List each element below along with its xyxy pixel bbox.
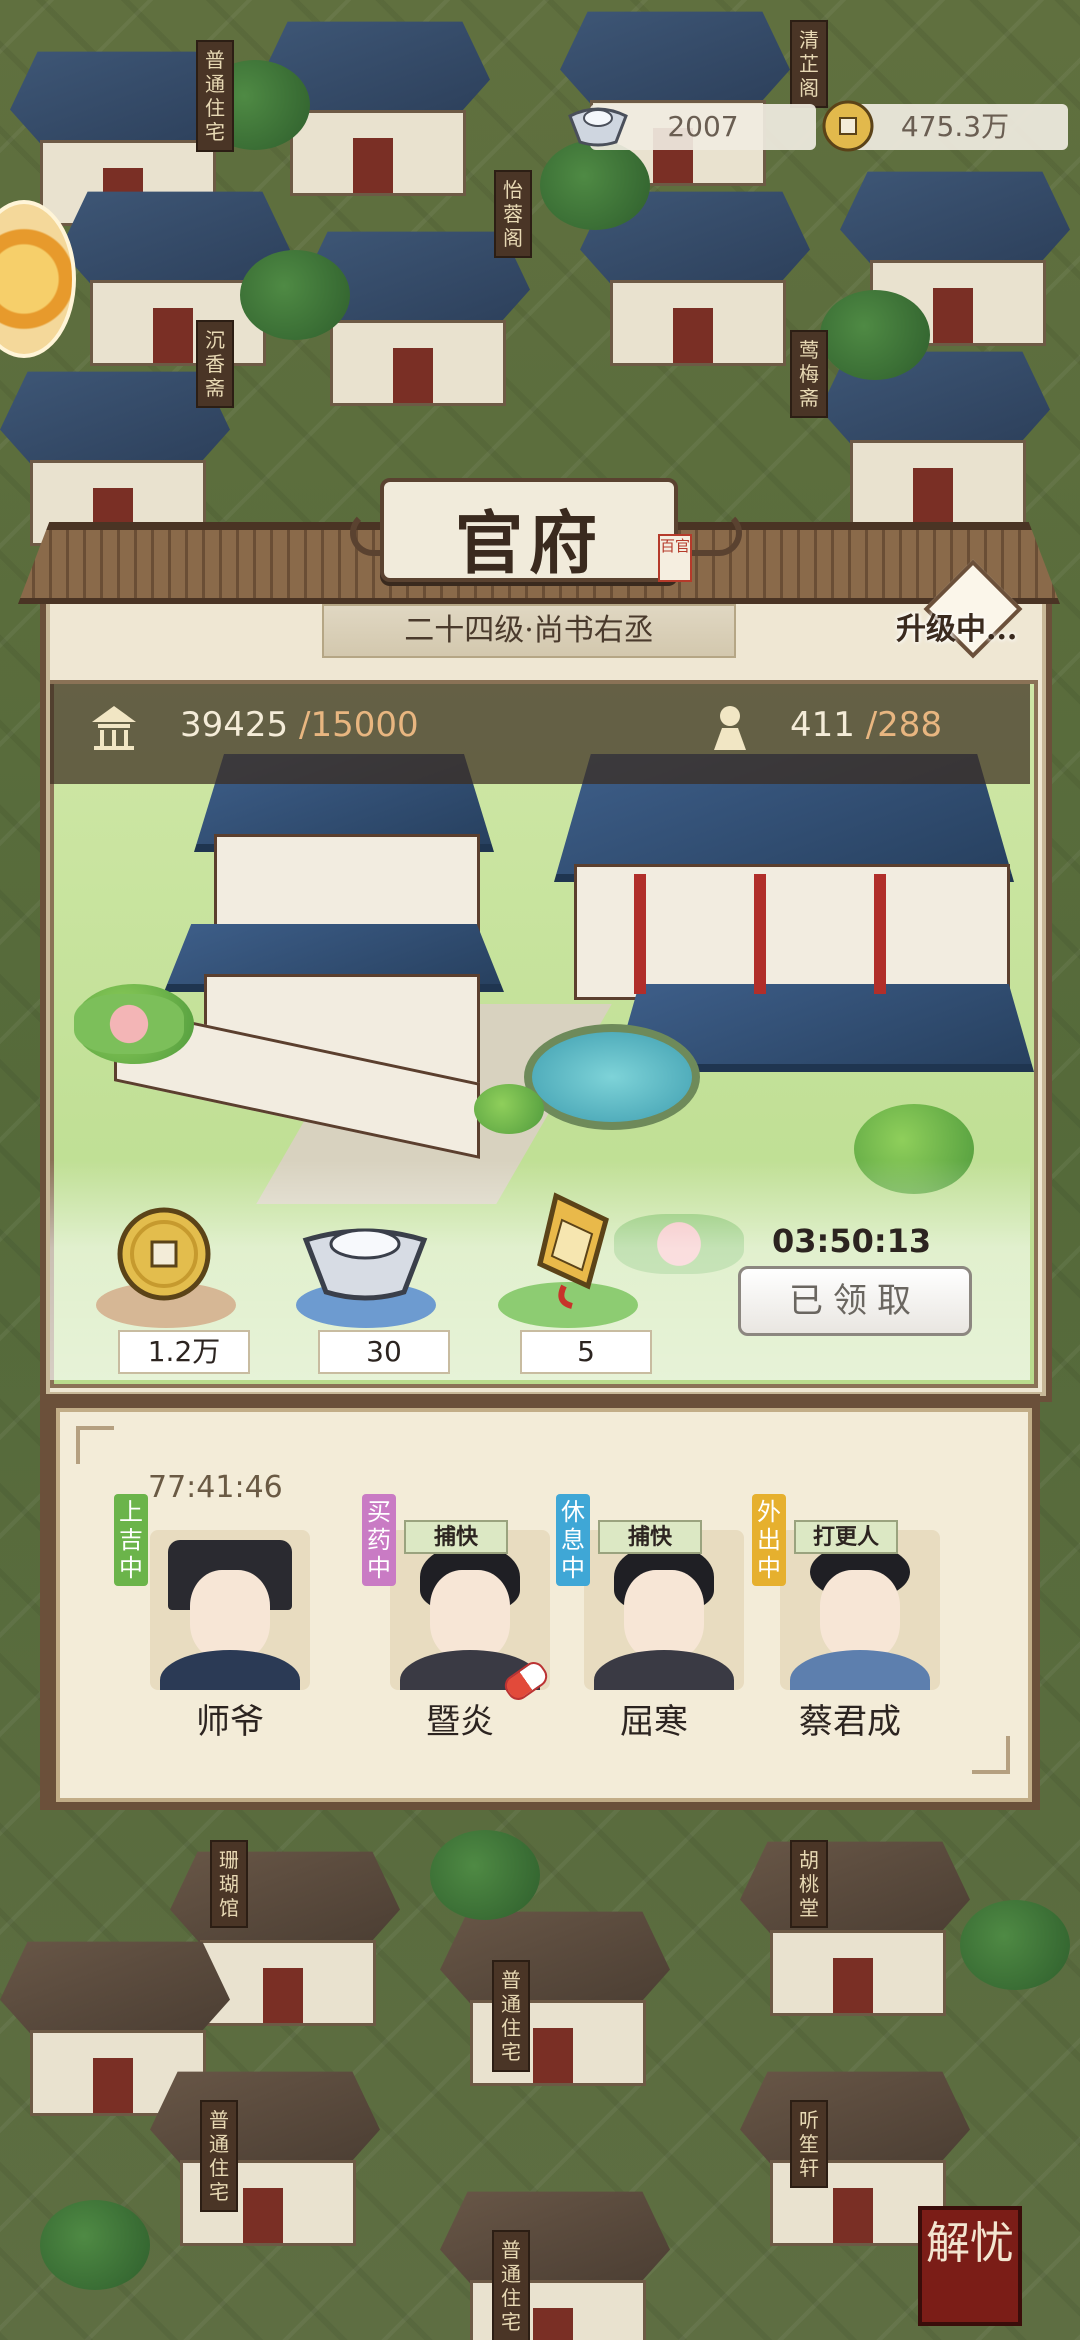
- rank-label: 二十四级·尚书右丞: [322, 604, 736, 658]
- status-tag: 上吉中: [114, 1494, 148, 1586]
- sign-board[interactable]: 普通住宅: [492, 2230, 530, 2340]
- seal-stamp: 百官: [658, 534, 692, 582]
- sign-board[interactable]: 清芷阁: [790, 20, 828, 108]
- role-tag: 捕快: [404, 1520, 508, 1554]
- staff-portrait[interactable]: [150, 1530, 310, 1690]
- house[interactable]: [740, 1830, 970, 2020]
- title-plate: 官府: [380, 478, 678, 584]
- population-stat: 411 /288: [790, 700, 942, 750]
- tree: [960, 1900, 1070, 1990]
- silver-ingot-icon: [568, 107, 628, 147]
- copper-coin-icon: [822, 100, 874, 152]
- sign-board[interactable]: 沉香斋: [196, 320, 234, 408]
- staff-timer: 77:41:46: [148, 1470, 283, 1505]
- house[interactable]: [150, 2060, 380, 2250]
- person-icon: [714, 706, 746, 750]
- sign-board[interactable]: 胡桃堂: [790, 1840, 828, 1928]
- fret-ornament-icon: [972, 1736, 1010, 1774]
- status-tag: 外出中: [752, 1494, 786, 1586]
- staff-name: 蔡君成: [799, 1702, 901, 1742]
- token-tablet-icon[interactable]: [526, 1190, 616, 1310]
- reward-amount: 1.2万: [118, 1330, 250, 1374]
- staff-portrait[interactable]: [584, 1530, 744, 1690]
- sign-board[interactable]: 普通住宅: [196, 40, 234, 152]
- upgrade-status[interactable]: 升级中...: [896, 600, 1046, 660]
- sign-board[interactable]: 听笙轩: [790, 2100, 828, 2188]
- prestige-stat: 39425 /15000: [180, 700, 419, 750]
- sign-board[interactable]: 普通住宅: [200, 2100, 238, 2212]
- reward-timer: 03:50:13: [772, 1222, 932, 1260]
- sign-board[interactable]: 怡蓉阁: [494, 170, 532, 258]
- tree: [820, 290, 930, 380]
- staff-portrait[interactable]: [780, 1530, 940, 1690]
- staff-name: 暨炎: [426, 1702, 494, 1742]
- sign-board[interactable]: 莺梅斋: [790, 330, 828, 418]
- population-max: /288: [865, 705, 943, 745]
- reward-amount: 5: [520, 1330, 652, 1374]
- tree: [240, 250, 350, 340]
- role-tag: 捕快: [598, 1520, 702, 1554]
- fret-ornament-icon: [76, 1426, 114, 1464]
- pond: [524, 1024, 700, 1130]
- reward-amount: 30: [318, 1330, 450, 1374]
- status-tag: 休息中: [556, 1494, 590, 1586]
- sign-board[interactable]: 普通住宅: [492, 1960, 530, 2072]
- house[interactable]: [440, 1900, 670, 2090]
- status-tag: 买药中: [362, 1494, 396, 1586]
- role-tag: 打更人: [794, 1520, 898, 1554]
- tree: [430, 1830, 540, 1920]
- prestige-value: 39425: [180, 705, 289, 745]
- jieyou-button[interactable]: 解忧: [918, 2206, 1022, 2326]
- tree: [40, 2200, 150, 2290]
- staff-name: 师爷: [196, 1702, 264, 1742]
- pavilion-icon: [92, 706, 136, 750]
- sign-board[interactable]: 珊瑚馆: [210, 1840, 248, 1928]
- house[interactable]: [440, 2180, 670, 2340]
- copper-coin-icon[interactable]: [114, 1204, 214, 1304]
- tree: [540, 140, 650, 230]
- population-value: 411: [790, 705, 855, 745]
- prestige-max: /15000: [298, 705, 419, 745]
- silver-ingot-icon[interactable]: [300, 1220, 430, 1306]
- page-title: 官府: [454, 504, 603, 584]
- staff-name: 屈寒: [620, 1702, 688, 1742]
- claim-button[interactable]: 已领取: [738, 1266, 972, 1336]
